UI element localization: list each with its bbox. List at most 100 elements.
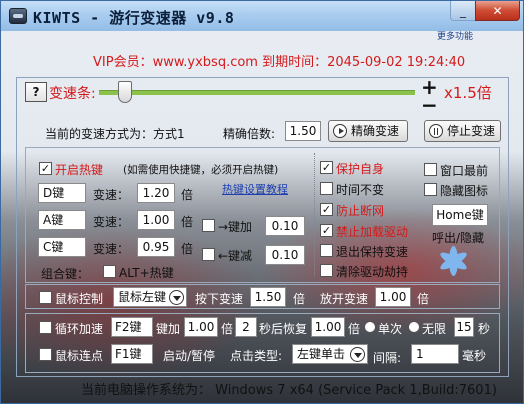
enable-hotkey-label: 开启热键: [55, 163, 104, 177]
minimize-button[interactable]: _: [450, 1, 475, 21]
help-button[interactable]: ?: [25, 82, 47, 102]
hotkey-tutorial-link[interactable]: 热键设置教程: [222, 181, 288, 197]
vip-info: VIP会员：www.yxbsq.com 到期时间：2045-09-02 19:2…: [93, 55, 466, 70]
hotkey-2-unit: 倍: [181, 215, 194, 229]
loop-speed-label: 循环加速: [55, 322, 104, 336]
loop-speed-checkbox[interactable]: [39, 321, 52, 334]
protect-self-checkbox[interactable]: ✓: [320, 161, 333, 174]
click-type-value: 左键单击: [297, 347, 346, 361]
arrow-plus-label: →键加: [218, 220, 253, 234]
hide-icon-label: 隐藏图标: [440, 184, 489, 198]
arrow-minus-value[interactable]: 0.10: [265, 245, 305, 265]
release-unit: 倍: [417, 292, 430, 306]
panel-divider: [314, 153, 316, 277]
hotkey-2-key[interactable]: A键: [38, 210, 86, 230]
prevent-disconnect-label: 防止断网: [336, 204, 385, 218]
hotkey-3-key[interactable]: C键: [38, 237, 86, 257]
loop-unit: 倍: [221, 322, 234, 336]
chevron-down-icon: [169, 290, 184, 305]
topmost-label: 窗口最前: [440, 164, 489, 178]
press-speed-input[interactable]: 1.50: [250, 287, 286, 307]
block-driver-label: 禁止加载驱动: [336, 225, 409, 239]
hotkey-1-unit: 倍: [181, 188, 194, 202]
stop-speed-label: 停止变速: [447, 124, 496, 138]
speed-slider-thumb[interactable]: [118, 81, 132, 103]
hide-icon-checkbox[interactable]: [424, 183, 437, 196]
release-speed-input[interactable]: 1.00: [375, 287, 411, 307]
chevron-down-icon: [350, 347, 365, 362]
minus-icon[interactable]: −: [421, 95, 438, 115]
loop-add-input[interactable]: 1.00: [184, 317, 218, 337]
home-hint-label: 呼出/隐藏: [432, 231, 485, 245]
title-bar: KIWTS - 游行变速器 v9.8 _ ✕: [1, 1, 523, 31]
home-key-input[interactable]: Home键: [432, 204, 488, 226]
close-button[interactable]: ✕: [475, 1, 520, 21]
time-freeze-label: 时间不变: [336, 183, 385, 197]
loop-count-input[interactable]: 15: [454, 317, 474, 337]
mouse-button-select[interactable]: 鼠标左键: [113, 287, 187, 307]
clear-driver-hijack-checkbox[interactable]: [320, 264, 333, 277]
alt-hotkey-checkbox[interactable]: [103, 265, 116, 278]
precise-speed-button[interactable]: 精确变速: [328, 120, 408, 142]
mouse-button-value: 鼠标左键: [118, 290, 167, 304]
speed-bar-label: 变速条:: [49, 86, 96, 102]
loop-seconds-input[interactable]: 2: [235, 317, 257, 337]
hotkey-hint: (如需使用快捷键，必须开启热键): [123, 164, 279, 176]
mouse-control-label: 鼠标控制: [55, 292, 104, 306]
prevent-disconnect-checkbox[interactable]: ✓: [320, 203, 333, 216]
restore-input[interactable]: 1.00: [311, 317, 345, 337]
window-title: KIWTS - 游行变速器 v9.8: [33, 9, 235, 27]
speed-slider-track[interactable]: [99, 90, 415, 95]
combo-key-label: 组合键：: [41, 267, 90, 281]
topmost-checkbox[interactable]: [424, 163, 437, 176]
press-speed-label: 按下变速: [195, 292, 244, 306]
speedometer-icon: [9, 8, 27, 24]
interval-unit: 毫秒: [462, 349, 487, 363]
speed-multiplier: x1.5倍: [444, 84, 492, 102]
enable-hotkey-checkbox[interactable]: ✓: [39, 162, 52, 175]
mouse-control-checkbox[interactable]: [39, 291, 52, 304]
once-radio[interactable]: [364, 321, 376, 333]
click-type-select[interactable]: 左键单击: [292, 344, 368, 364]
hotkey-1-speed-label: 变速：: [93, 188, 130, 202]
play-icon: [333, 124, 347, 138]
press-unit: 倍: [293, 292, 306, 306]
precise-speed-label: 精确变速: [351, 124, 400, 138]
click-key-input[interactable]: F1键: [111, 344, 153, 364]
auto-click-label: 鼠标连点: [55, 349, 104, 363]
os-info: 当前电脑操作系统为： Windows 7 x64 (Service Pack 1…: [81, 383, 497, 398]
arrow-plus-value[interactable]: 0.10: [265, 216, 305, 236]
click-type-label: 点击类型:: [230, 349, 283, 363]
precision-label: 精确倍数:: [223, 127, 276, 141]
interval-input[interactable]: 1: [411, 344, 459, 364]
hotkey-2-speed-label: 变速：: [93, 215, 130, 229]
speed-mode-label: 当前的变速方式为：方式1: [45, 127, 185, 141]
keep-speed-on-exit-checkbox[interactable]: [320, 244, 333, 257]
infinite-label: 无限: [422, 322, 447, 336]
hotkey-1-key[interactable]: D键: [38, 183, 86, 203]
precision-input[interactable]: 1.50: [285, 121, 321, 141]
alt-hotkey-label: ALT+热键: [119, 266, 174, 280]
protect-self-label: 保护自身: [336, 162, 385, 176]
pause-icon: [429, 124, 443, 138]
arrow-plus-checkbox[interactable]: [202, 219, 215, 232]
arrow-minus-checkbox[interactable]: [202, 248, 215, 261]
time-freeze-checkbox[interactable]: [320, 182, 333, 195]
app-window: KIWTS - 游行变速器 v9.8 _ ✕ 更多功能 VIP会员：www.yx…: [0, 0, 524, 404]
loop-sec-unit: 秒: [478, 322, 491, 336]
restore-label: 秒后恢复: [259, 322, 308, 336]
auto-click-checkbox[interactable]: [39, 348, 52, 361]
clear-driver-hijack-label: 清除驱动劫持: [336, 265, 409, 279]
infinite-radio[interactable]: [408, 321, 420, 333]
more-features-link[interactable]: 更多功能: [437, 29, 473, 42]
release-speed-label: 放开变速: [320, 292, 369, 306]
loop-add-label: 键加: [156, 322, 181, 336]
stop-speed-button[interactable]: 停止变速: [424, 120, 501, 142]
hotkey-1-value[interactable]: 1.20: [137, 183, 175, 203]
once-label: 单次: [378, 322, 403, 336]
block-driver-checkbox[interactable]: ✓: [320, 224, 333, 237]
hotkey-2-value[interactable]: 1.00: [137, 210, 175, 230]
click-toggle-label: 启动/暂停: [163, 349, 216, 363]
loop-key-input[interactable]: F2键: [111, 317, 153, 337]
hotkey-3-value[interactable]: 0.95: [137, 237, 175, 257]
